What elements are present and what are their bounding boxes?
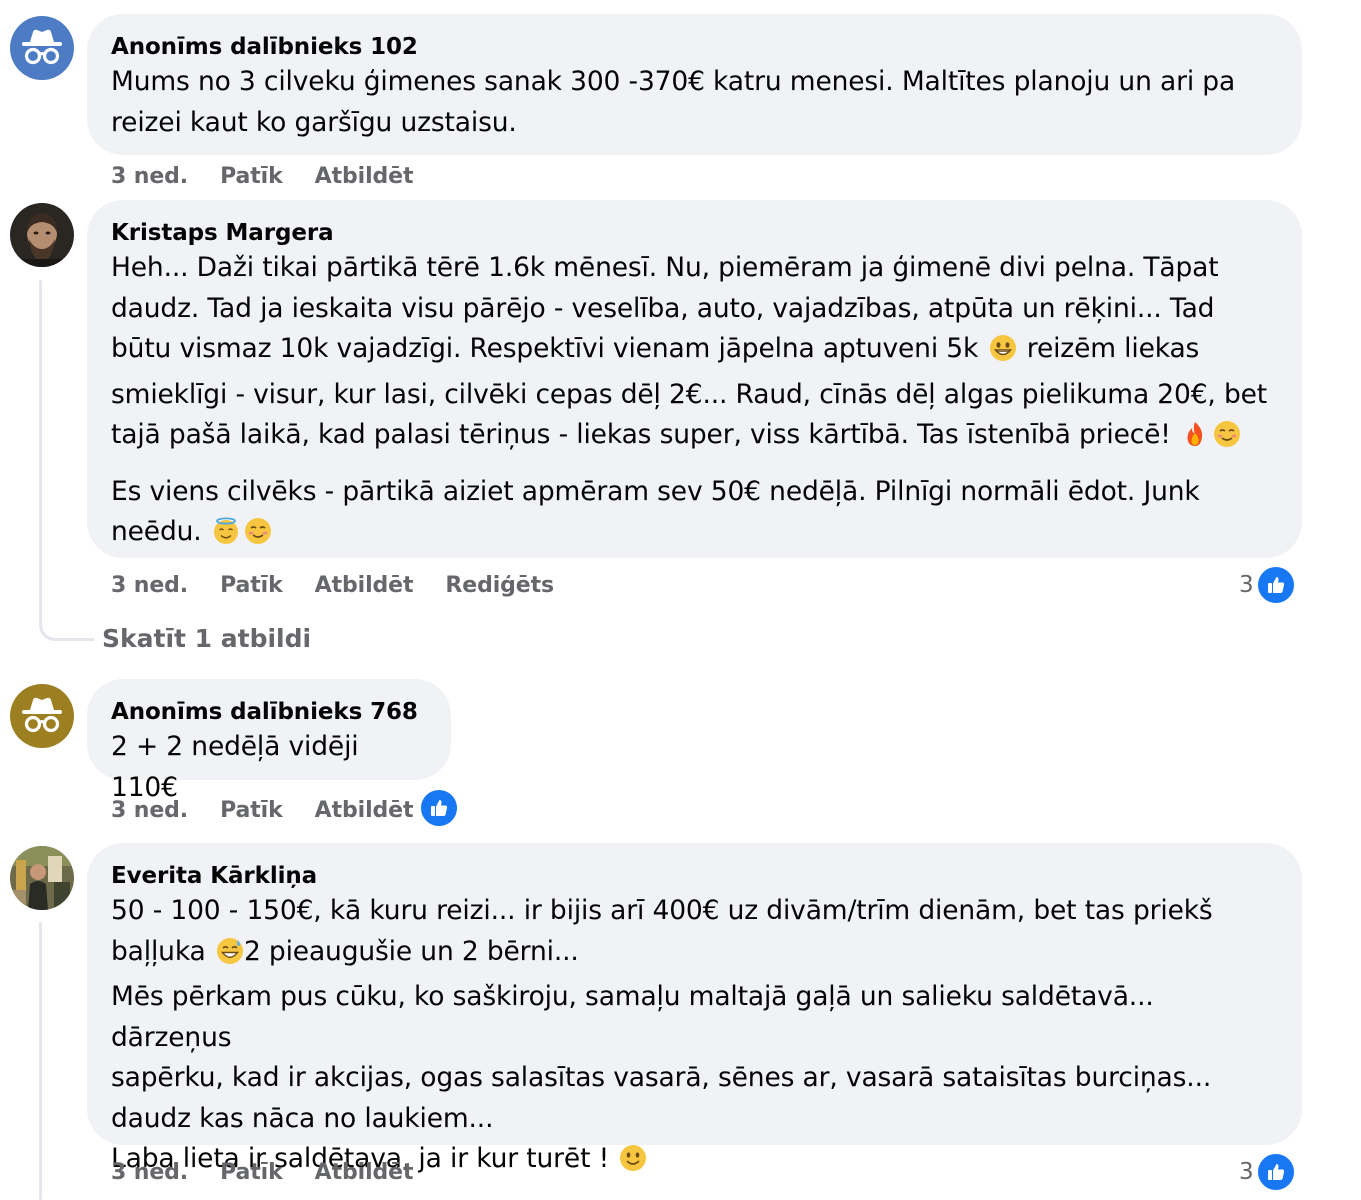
comment-timestamp[interactable]: 3 ned. (111, 164, 188, 189)
like-button[interactable]: Patīk (220, 164, 283, 189)
reaction-summary[interactable] (419, 788, 459, 828)
reply-button[interactable]: Atbildēt (315, 573, 414, 598)
comment-bubble: Anonīms dalībnieks 768 2 + 2 nedēļā vidē… (87, 679, 451, 803)
thumbs-up-icon (1255, 1152, 1296, 1192)
like-button[interactable]: Patīk (220, 573, 283, 598)
comment-text: Heh... Daži tikai pārtikā tērē 1.6k mēne… (111, 248, 1278, 558)
comment-line: Mēs pērkam pus cūku, ko saškiroju, samaļ… (111, 981, 1154, 1053)
avatar-everita-karklina[interactable] (10, 846, 74, 910)
incognito-icon (10, 16, 74, 80)
reaction-summary[interactable]: 3 (1239, 1152, 1296, 1192)
fire-emoji (1181, 420, 1209, 461)
reply-button[interactable]: Atbildēt (315, 798, 414, 823)
comment-line: baļļuka 2 pieaugušie un 2 bērni... (111, 932, 1278, 978)
smiling-face-emoji (244, 517, 272, 558)
comment-paragraph: Mums no 3 cilveku ģimenes sanak 300 -370… (111, 66, 1236, 138)
comment-author[interactable]: Anonīms dalībnieks 768 (111, 697, 427, 727)
thread-line (39, 280, 42, 625)
comment-bubble: Kristaps Margera Heh... Daži tikai pārti… (87, 200, 1302, 558)
comment-actions: 3 ned. Patīk Atbildēt (111, 795, 445, 825)
comment-author[interactable]: Everita Kārkliņa (111, 861, 1278, 891)
profile-photo (10, 203, 74, 267)
comment-line: sapērku, kad ir akcijas, ogas salasītas … (111, 1062, 1212, 1093)
comment-actions: 3 ned. Patīk Atbildēt (111, 1157, 445, 1187)
thread-elbow (39, 600, 94, 641)
slightly-smiling-emoji (619, 1144, 647, 1185)
avatar-kristaps-margera[interactable] (10, 203, 74, 267)
comment-author[interactable]: Anonīms dalībnieks 102 (111, 32, 1278, 62)
grinning-sweat-emoji (216, 937, 244, 978)
comment-bubble: Anonīms dalībnieks 102 Mums no 3 cilveku… (87, 14, 1302, 155)
smiling-face-emoji (1213, 420, 1241, 461)
like-button[interactable]: Patīk (220, 1160, 283, 1185)
thread-line (39, 922, 42, 1200)
thumbs-up-icon (419, 788, 459, 828)
thumbs-up-icon (1255, 565, 1296, 605)
avatar-anon-102[interactable] (10, 16, 74, 80)
reaction-count: 3 (1239, 572, 1254, 598)
comment-actions: 3 ned. Patīk Atbildēt (111, 161, 445, 191)
comment-timestamp[interactable]: 3 ned. (111, 1160, 188, 1185)
comment-timestamp[interactable]: 3 ned. (111, 798, 188, 823)
comment-timestamp[interactable]: 3 ned. (111, 573, 188, 598)
reaction-count: 3 (1239, 1159, 1254, 1185)
comment-text: Mums no 3 cilveku ģimenes sanak 300 -370… (111, 62, 1278, 143)
comment-paragraph: Es viens cilvēks - pārtikā aiziet apmēra… (111, 472, 1278, 558)
avatar-anon-768[interactable] (10, 684, 74, 748)
like-button[interactable]: Patīk (220, 798, 283, 823)
grinning-face-emoji (989, 334, 1017, 375)
reaction-summary[interactable]: 3 (1239, 565, 1296, 605)
incognito-icon (10, 684, 74, 748)
view-replies-link[interactable]: Skatīt 1 atbildi (102, 622, 311, 656)
comment-actions: 3 ned. Patīk Atbildēt Rediģēts (111, 570, 554, 600)
comment-text: 50 - 100 - 150€, kā kuru reizi... ir bij… (111, 891, 1278, 1185)
comment-text-segment: baļļuka (111, 935, 206, 967)
comment-paragraph: Heh... Daži tikai pārtikā tērē 1.6k mēne… (111, 248, 1278, 461)
comment-line: 50 - 100 - 150€, kā kuru reizi... ir bij… (111, 895, 1213, 926)
comment-line: daudz kas nāca no laukiem... (111, 1102, 494, 1134)
profile-photo (10, 846, 74, 910)
comment-text-segment: 2 pieaugušie un 2 bērni... (243, 935, 579, 967)
halo-face-emoji (212, 517, 240, 558)
reply-button[interactable]: Atbildēt (315, 164, 414, 189)
comment-author[interactable]: Kristaps Margera (111, 218, 1278, 248)
reply-button[interactable]: Atbildēt (315, 1160, 414, 1185)
comment-text-segment: Es viens cilvēks - pārtikā aiziet apmēra… (111, 475, 1200, 548)
comment-bubble: Everita Kārkliņa 50 - 100 - 150€, kā kur… (87, 843, 1302, 1174)
edited-label: Rediģēts (445, 572, 555, 598)
